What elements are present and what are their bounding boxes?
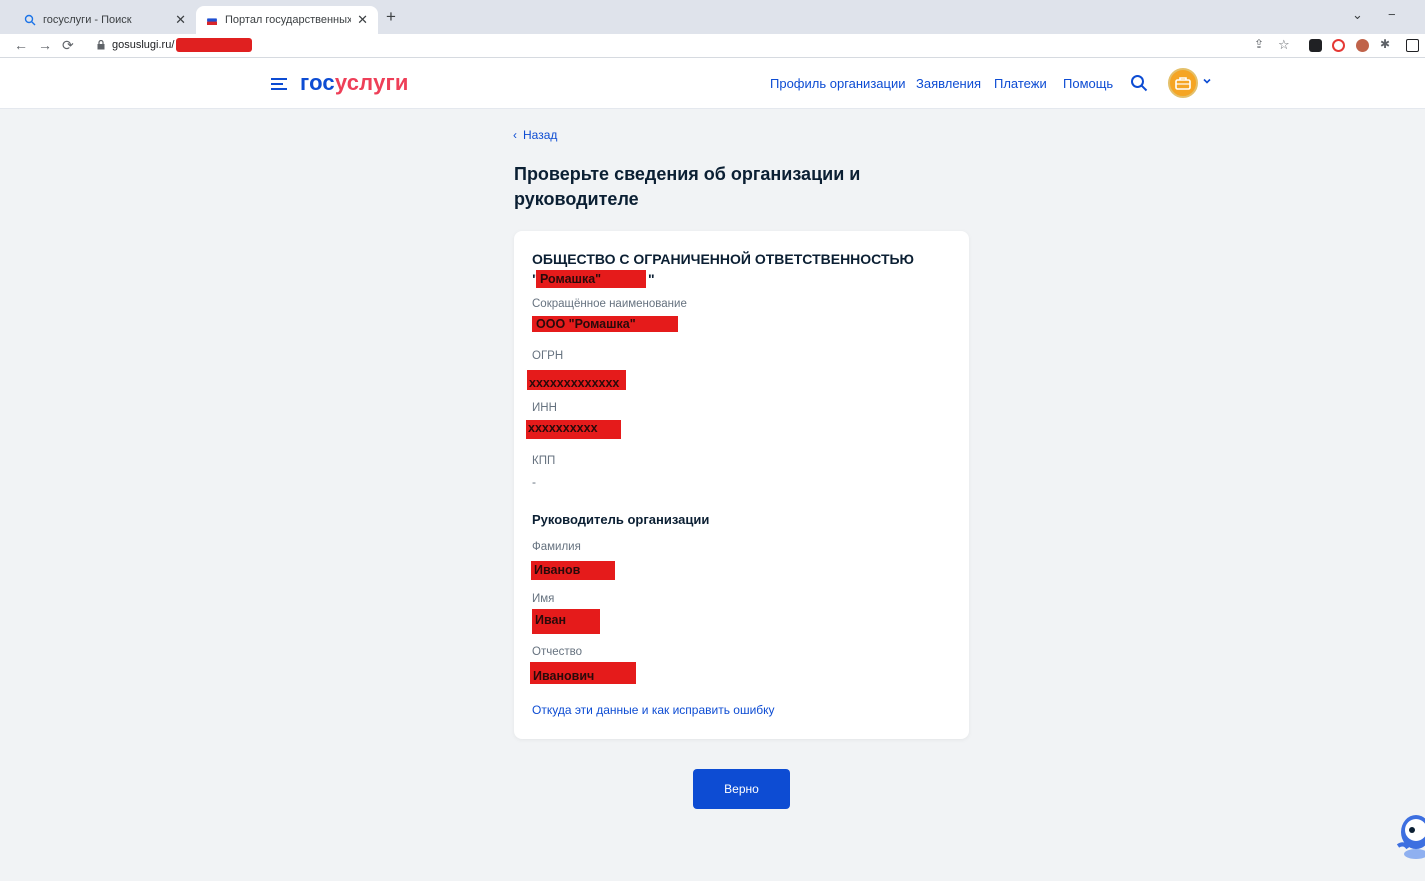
nav-help[interactable]: Помощь	[1063, 76, 1113, 91]
extension-icon[interactable]	[1309, 39, 1322, 52]
chevron-down-icon[interactable]: ⌄	[1352, 7, 1363, 23]
forward-arrow-icon[interactable]: →	[38, 37, 52, 53]
minimize-icon[interactable]: −	[1388, 7, 1396, 22]
middle-name-label: Отчество	[532, 646, 582, 658]
reload-icon[interactable]: ⟳	[62, 37, 74, 54]
org-avatar[interactable]	[1168, 68, 1198, 98]
last-name-value: Иванов	[531, 561, 615, 580]
close-icon[interactable]: ✕	[175, 12, 186, 28]
search-icon	[24, 14, 36, 26]
browser-tab-gosuslugi[interactable]: Портал государственных услуг ✕	[196, 6, 378, 34]
back-arrow-icon[interactable]: ←	[14, 37, 28, 53]
chevron-left-icon: ‹	[513, 128, 517, 142]
flag-icon	[207, 15, 217, 25]
middle-name-value: Иванович	[530, 662, 636, 684]
logo-part-uslugi: услуги	[334, 70, 409, 95]
last-name-label: Фамилия	[532, 541, 581, 553]
url-text[interactable]: gosuslugi.ru/	[112, 39, 174, 51]
share-icon[interactable]: ⇪	[1254, 37, 1264, 51]
org-full-name-value: Ромашка"	[536, 270, 646, 288]
short-name-value: ООО "Ромашка"	[532, 316, 678, 332]
robot-assistant-icon[interactable]	[1394, 812, 1425, 860]
nav-applications[interactable]: Заявления	[916, 76, 981, 91]
ogrn-label: ОГРН	[532, 350, 564, 362]
new-tab-icon[interactable]: +	[386, 7, 396, 27]
menu-icon[interactable]	[271, 78, 287, 90]
extension-icon[interactable]	[1332, 39, 1345, 52]
back-link-label: Назад	[523, 128, 558, 142]
logo-part-gos: гос	[300, 70, 335, 95]
extension-icon[interactable]	[1356, 39, 1369, 52]
nav-org-profile[interactable]: Профиль организации	[770, 76, 905, 91]
lock-icon	[97, 40, 105, 50]
kpp-label: КПП	[532, 455, 556, 467]
org-full-name: ОБЩЕСТВО С ОГРАНИЧЕННОЙ ОТВЕТСТВЕННОСТЬЮ…	[532, 249, 952, 287]
gosuslugi-logo[interactable]: госуслуги	[300, 70, 409, 96]
page-title: Проверьте сведения об организации и руко…	[514, 164, 861, 209]
close-icon[interactable]: ✕	[357, 12, 368, 28]
nav-payments[interactable]: Платежи	[994, 76, 1047, 91]
first-name-value: Иван	[532, 609, 600, 634]
browser-address-bar: ← → ⟳ gosuslugi.ru/ ⇪ ☆ ✱	[0, 34, 1425, 58]
quote-mark: "	[648, 271, 655, 287]
tab-label: госуслуги - Поиск	[43, 14, 132, 26]
director-section-title: Руководитель организации	[532, 512, 710, 527]
kpp-value: -	[532, 475, 536, 489]
redaction-mark	[176, 38, 252, 52]
first-name-label: Имя	[532, 593, 555, 605]
back-link[interactable]: ‹ Назад	[513, 128, 557, 142]
puzzle-icon[interactable]: ✱	[1380, 37, 1390, 51]
confirm-button[interactable]: Верно	[693, 769, 790, 809]
short-name-label: Сокращённое наименование	[532, 298, 687, 310]
org-full-name-text: ОБЩЕСТВО С ОГРАНИЧЕННОЙ ОТВЕТСТВЕННОСТЬЮ	[532, 251, 914, 267]
search-icon[interactable]	[1130, 74, 1148, 92]
chevron-down-icon[interactable]	[1202, 76, 1212, 86]
briefcase-icon	[1175, 77, 1191, 90]
star-icon[interactable]: ☆	[1278, 37, 1290, 53]
inn-value: xxxxxxxxxx	[526, 420, 621, 439]
inn-label: ИНН	[532, 402, 557, 414]
browser-tab-bar: госуслуги - Поиск ✕ Портал государственн…	[0, 0, 1425, 34]
browser-tab-search[interactable]: госуслуги - Поиск ✕	[14, 6, 196, 34]
ogrn-value: xxxxxxxxxxxxx	[527, 370, 626, 390]
sidebar-icon[interactable]	[1406, 39, 1419, 52]
tab-label: Портал государственных услуг	[225, 14, 352, 26]
data-source-link[interactable]: Откуда эти данные и как исправить ошибку	[532, 703, 775, 717]
